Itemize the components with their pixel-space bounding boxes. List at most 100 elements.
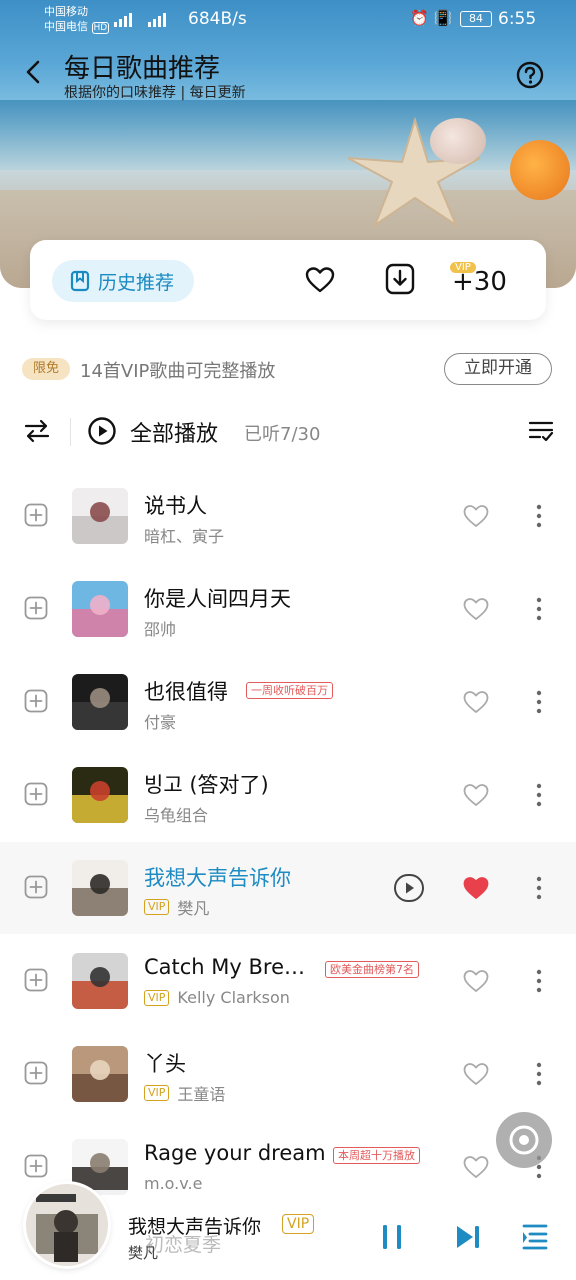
mini-player-artist: 樊凡 bbox=[128, 1244, 159, 1262]
song-artist: 王童语 bbox=[177, 1085, 226, 1104]
play-all-button[interactable]: 全部播放 bbox=[130, 416, 218, 448]
status-bar: 中国移动 中国电信 HD 684B/s ⏰ 📳 84 6:55 bbox=[0, 0, 576, 40]
song-row[interactable]: 你是人间四月天 邵帅 bbox=[0, 563, 576, 655]
mini-player-cover[interactable] bbox=[26, 1184, 108, 1266]
vip-notice: 限免 14首VIP歌曲可完整播放 立即开通 bbox=[22, 353, 554, 385]
vip-badge: VIP bbox=[144, 989, 170, 1006]
more-options-icon[interactable] bbox=[532, 502, 546, 530]
song-title: 你是人间四月天 bbox=[144, 587, 291, 611]
download-icon[interactable] bbox=[384, 262, 416, 296]
liked-heart-icon[interactable] bbox=[462, 875, 490, 901]
song-meta: 付豪 bbox=[144, 709, 176, 733]
song-artist: 邵帅 bbox=[144, 620, 177, 639]
add-to-playlist-icon[interactable] bbox=[24, 596, 48, 620]
orange-shell-image bbox=[510, 140, 570, 200]
play-all-row: 全部播放 已听7/30 bbox=[0, 410, 576, 456]
song-row[interactable]: 也很值得付豪 一周收听破百万 bbox=[0, 656, 576, 748]
song-tag: 欧美金曲榜第7名 bbox=[325, 961, 419, 978]
album-cover bbox=[72, 767, 128, 823]
album-cover bbox=[72, 860, 128, 916]
song-row[interactable]: 빙고 (答对了) 乌龟组合 bbox=[0, 749, 576, 841]
song-meta: 暗杠、寅子 bbox=[144, 523, 224, 547]
clock: 6:55 bbox=[498, 9, 537, 29]
page-title: 每日歌曲推荐 bbox=[64, 54, 221, 84]
album-cover-image bbox=[72, 953, 128, 1009]
divider bbox=[70, 418, 71, 446]
song-tag: 一周收听破百万 bbox=[246, 682, 333, 699]
playlist-queue-icon[interactable] bbox=[522, 1222, 548, 1250]
heart-icon[interactable] bbox=[462, 782, 490, 808]
album-cover bbox=[72, 581, 128, 637]
add-to-playlist-icon[interactable] bbox=[24, 782, 48, 806]
more-options-icon[interactable] bbox=[532, 595, 546, 623]
page-subtitle: 根据你的口味推荐 | 每日更新 bbox=[64, 85, 246, 101]
signal-icon bbox=[114, 12, 184, 31]
more-options-icon[interactable] bbox=[532, 874, 546, 902]
song-row[interactable]: 丫头 VIP 王童语 bbox=[0, 1028, 576, 1120]
add-to-playlist-icon[interactable] bbox=[24, 689, 48, 713]
add-to-playlist-icon[interactable] bbox=[24, 875, 48, 899]
heart-icon[interactable] bbox=[462, 503, 490, 529]
help-icon[interactable] bbox=[515, 60, 545, 90]
song-meta: 乌龟组合 bbox=[144, 802, 208, 826]
album-cover-image bbox=[72, 1046, 128, 1102]
album-cover bbox=[72, 1046, 128, 1102]
song-title: Catch My Bre… bbox=[144, 955, 306, 979]
mv-play-icon[interactable] bbox=[393, 873, 425, 903]
heart-icon[interactable] bbox=[462, 1061, 490, 1087]
heart-icon[interactable] bbox=[462, 1154, 490, 1180]
song-tag: 本周超十万播放 bbox=[333, 1147, 420, 1164]
song-title: 说书人 bbox=[144, 494, 207, 518]
album-cover-image bbox=[72, 674, 128, 730]
heart-icon[interactable] bbox=[462, 689, 490, 715]
heart-icon[interactable] bbox=[462, 596, 490, 622]
song-title: 也很值得 bbox=[144, 680, 228, 704]
song-title: 我想大声告诉你 bbox=[144, 866, 291, 890]
target-icon bbox=[509, 1125, 539, 1155]
heart-icon[interactable] bbox=[462, 968, 490, 994]
album-cover bbox=[72, 488, 128, 544]
shell-image bbox=[430, 118, 486, 164]
alarm-vibrate-icon: ⏰ 📳 bbox=[410, 9, 453, 27]
song-artist: 暗杠、寅子 bbox=[144, 527, 225, 546]
shuffle-icon[interactable] bbox=[24, 418, 50, 444]
carrier-info: 中国移动 中国电信 HD bbox=[44, 5, 110, 34]
song-row[interactable]: Catch My Bre… VIP Kelly Clarkson 欧美金曲榜第7名 bbox=[0, 935, 576, 1027]
add-to-playlist-icon[interactable] bbox=[24, 1154, 48, 1178]
song-meta: 邵帅 bbox=[144, 616, 176, 640]
song-row[interactable]: 我想大声告诉你 VIP 樊凡 bbox=[0, 842, 576, 934]
more-options-icon[interactable] bbox=[532, 688, 546, 716]
action-card: 历史推荐 +30 bbox=[30, 240, 546, 320]
add-to-playlist-icon[interactable] bbox=[24, 503, 48, 527]
list-manage-icon[interactable] bbox=[528, 418, 554, 444]
album-cover bbox=[72, 674, 128, 730]
pause-icon[interactable] bbox=[380, 1223, 404, 1251]
bookmark-icon bbox=[70, 270, 90, 292]
more-options-icon[interactable] bbox=[532, 967, 546, 995]
album-cover bbox=[72, 953, 128, 1009]
open-vip-button[interactable]: 立即开通 bbox=[444, 353, 552, 385]
free-tag: 限免 bbox=[22, 358, 70, 380]
heard-count: 已听7/30 bbox=[244, 424, 321, 445]
vip-notice-text: 14首VIP歌曲可完整播放 bbox=[80, 361, 276, 382]
add-to-playlist-icon[interactable] bbox=[24, 968, 48, 992]
song-meta: VIP Kelly Clarkson bbox=[144, 988, 290, 1007]
song-title: 빙고 (答对了) bbox=[144, 773, 269, 797]
album-cover-image bbox=[72, 581, 128, 637]
plus30-vip-tag: VIP bbox=[450, 262, 476, 273]
song-row[interactable]: 说书人 暗杠、寅子 bbox=[0, 470, 576, 562]
more-options-icon[interactable] bbox=[532, 781, 546, 809]
mini-player-title: 我想大声告诉你 bbox=[128, 1216, 262, 1238]
like-all-heart-icon[interactable] bbox=[304, 264, 336, 296]
next-track-icon[interactable] bbox=[454, 1223, 482, 1251]
history-recommend-button[interactable]: 历史推荐 bbox=[52, 260, 194, 302]
song-artist: 付豪 bbox=[144, 713, 177, 732]
mini-player-vip-badge: VIP bbox=[282, 1214, 315, 1234]
add-to-playlist-icon[interactable] bbox=[24, 1061, 48, 1085]
album-cover-image bbox=[26, 1184, 108, 1266]
album-cover-image bbox=[72, 488, 128, 544]
floating-assistant-button[interactable] bbox=[496, 1112, 552, 1168]
play-all-icon[interactable] bbox=[87, 416, 117, 446]
more-options-icon[interactable] bbox=[532, 1060, 546, 1088]
back-arrow-icon[interactable] bbox=[20, 58, 48, 86]
